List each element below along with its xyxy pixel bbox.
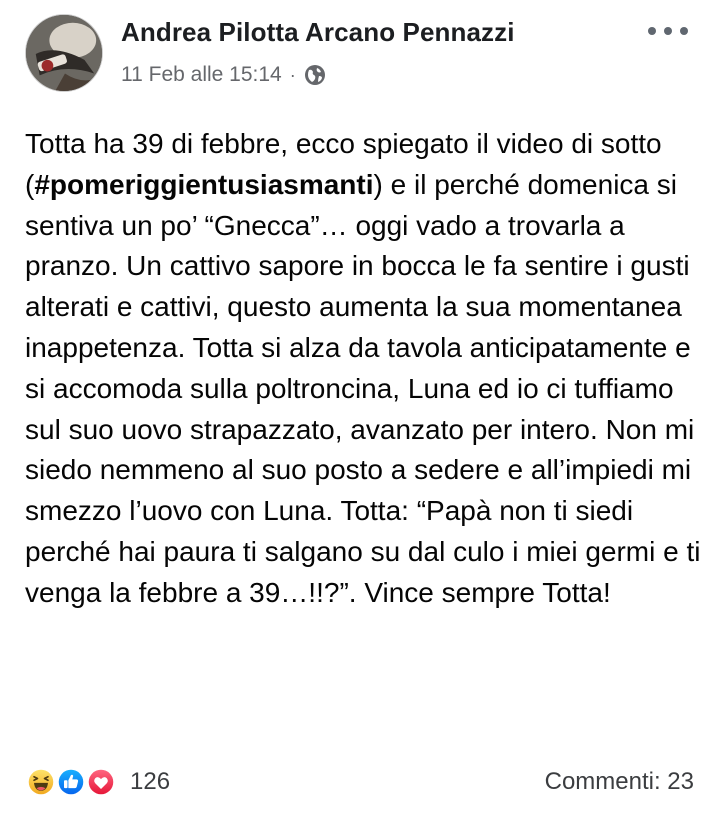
reaction-count[interactable]: 126 — [130, 768, 170, 796]
meta-separator: · — [289, 64, 296, 85]
reactions-bar: 126 Commenti: 23 — [0, 756, 720, 808]
more-dot — [664, 27, 672, 35]
like-reaction-icon — [55, 766, 87, 798]
reaction-icons[interactable] — [25, 766, 125, 798]
avatar-image — [26, 15, 102, 91]
love-reaction-icon — [85, 766, 117, 798]
more-options-icon[interactable] — [648, 20, 688, 42]
post-text: Totta ha 39 di febbre, ecco spiegato il … — [25, 124, 705, 614]
comments-count-link[interactable]: Commenti: 23 — [545, 768, 694, 796]
post-header: Andrea Pilotta Arcano Pennazzi 11 Feb al… — [0, 0, 720, 110]
post-text-part2: ) e il perché domenica si sentiva un po’… — [25, 168, 701, 608]
more-dot — [648, 27, 656, 35]
post-timestamp[interactable]: 11 Feb alle 15:14 — [121, 63, 282, 87]
author-name[interactable]: Andrea Pilotta Arcano Pennazzi — [121, 17, 515, 48]
haha-reaction-icon — [25, 766, 57, 798]
globe-icon[interactable] — [304, 64, 326, 86]
more-dot — [680, 27, 688, 35]
author-avatar[interactable] — [25, 14, 103, 92]
post-meta: 11 Feb alle 15:14 · — [121, 62, 326, 88]
hashtag-link[interactable]: #pomeriggientusiasmanti — [34, 169, 373, 200]
